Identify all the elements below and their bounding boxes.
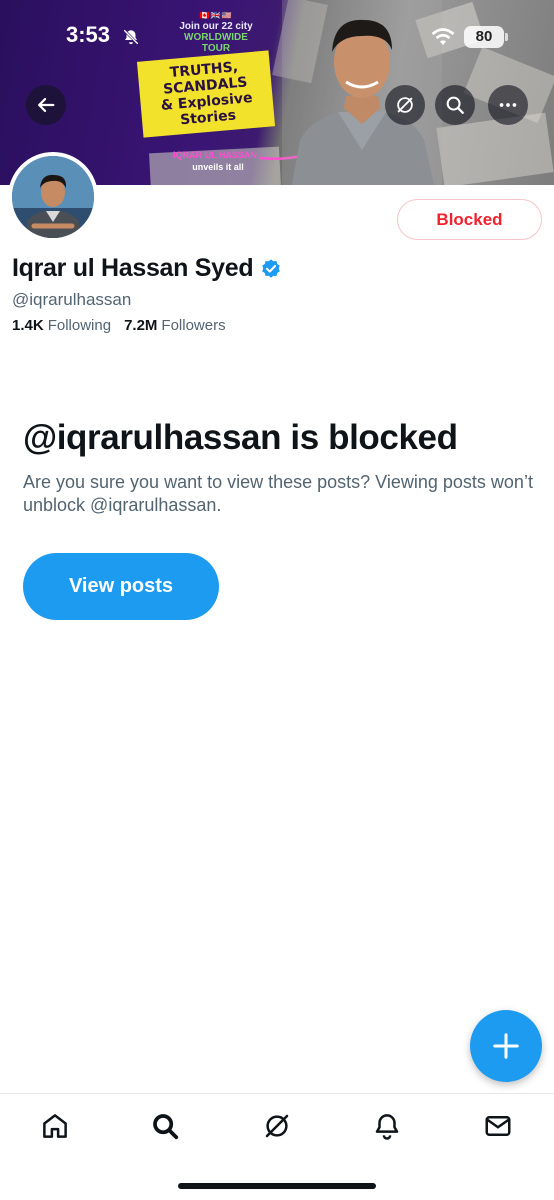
battery-tip [505,33,508,41]
following-link[interactable]: 1.4K Following [12,317,111,334]
banner-tour-text: WORLDWIDE TOUR [184,32,248,54]
banner-join-text: Join our 22 city [179,21,253,32]
status-time: 3:53 [66,22,111,47]
battery-indicator: 80 [464,26,504,48]
tab-notifications[interactable] [369,1108,405,1144]
wifi-icon [431,28,455,45]
tab-messages[interactable] [480,1108,516,1144]
home-indicator[interactable] [178,1183,376,1189]
more-icon [499,103,517,107]
home-icon [43,1114,67,1138]
followers-label: Followers [161,317,226,334]
avatar-photo [12,156,94,238]
profile-handle: @iqrarulhassan [12,290,132,309]
arrow-left-icon [38,97,55,113]
blocked-button[interactable]: Blocked [397,199,542,240]
profile-display-name: Iqrar ul Hassan Syed [12,254,282,283]
tab-home[interactable] [37,1108,73,1144]
avatar[interactable] [8,152,98,242]
view-posts-button[interactable]: View posts [23,553,219,620]
follow-stats: 1.4K Following 7.2M Followers [12,317,226,334]
profile-banner[interactable]: 🇨🇦🇬🇧🇺🇸 Join our 22 city WORLDWIDE TOUR T… [0,0,554,185]
grok-button[interactable] [385,85,425,125]
bell-icon [375,1114,399,1140]
followers-link[interactable]: 7.2M Followers [124,317,226,334]
grok-icon [265,1114,289,1138]
tab-search[interactable] [147,1108,183,1144]
silent-bell-icon [123,29,139,45]
verified-badge-icon[interactable] [260,258,282,280]
display-name-text: Iqrar ul Hassan Syed [12,254,254,282]
plus-icon [493,1033,519,1059]
more-button[interactable] [488,85,528,125]
blocked-title: @iqrarulhassan is blocked [23,418,458,457]
search-icon [153,1114,179,1140]
banner-promo-tour: 🇨🇦🇬🇧🇺🇸 Join our 22 city WORLDWIDE TOUR [170,10,262,54]
followers-count: 7.2M [124,317,158,334]
blocked-description: Are you sure you want to view these post… [23,472,533,515]
search-button[interactable] [435,85,475,125]
mail-icon [485,1116,511,1136]
banner-promo-sub: unveils it all [192,162,244,172]
following-label: Following [47,317,112,334]
tab-grok[interactable] [259,1108,295,1144]
banner-flags: 🇨🇦🇬🇧🇺🇸 [199,11,233,20]
banner-promo-name: IQRAR UL HASSAN [173,150,257,160]
following-count: 1.4K [12,317,44,334]
search-icon [446,96,464,114]
grok-icon [397,97,413,113]
back-button[interactable] [26,85,66,125]
compose-button[interactable] [470,1010,542,1082]
